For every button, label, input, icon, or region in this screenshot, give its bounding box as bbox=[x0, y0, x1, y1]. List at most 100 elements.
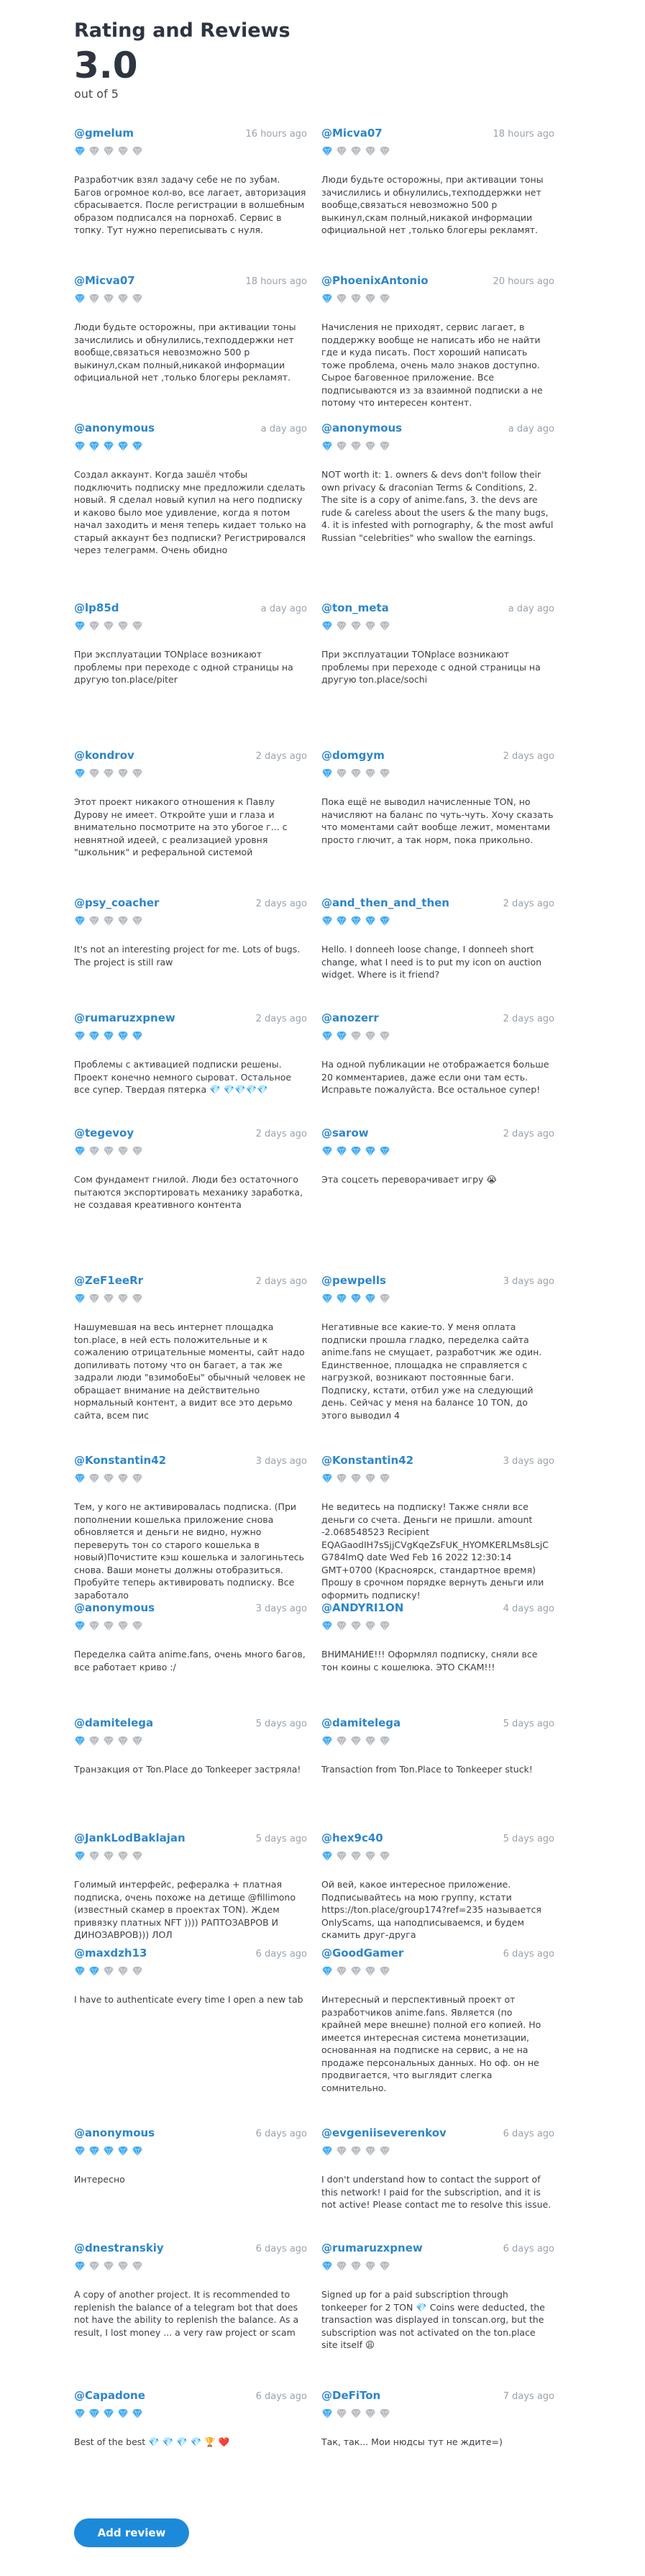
review-author-link[interactable]: @kondrov bbox=[74, 749, 134, 762]
review-author-link[interactable]: @DeFiTon bbox=[321, 2389, 380, 2402]
review-author-link[interactable]: @PhoenixAntonio bbox=[321, 274, 429, 287]
review-card: @gmelum 16 hours ago Разработчик взял зада… bbox=[74, 127, 307, 274]
diamond-empty-icon bbox=[365, 1851, 375, 1862]
review-author-link[interactable]: @gmelum bbox=[74, 127, 134, 140]
review-author-link[interactable]: @and_then_and_then bbox=[321, 896, 449, 909]
score-scale: out of 5 bbox=[74, 87, 119, 101]
review-author-link[interactable]: @GoodGamer bbox=[321, 1947, 403, 1960]
diamond-filled-icon bbox=[75, 1473, 85, 1484]
diamond-empty-icon bbox=[337, 768, 347, 779]
review-timestamp: 3 days ago bbox=[503, 1276, 554, 1287]
review-rating bbox=[74, 1029, 307, 1042]
review-author-link[interactable]: @dnestranskiy bbox=[74, 2242, 164, 2254]
diamond-filled-icon bbox=[365, 1146, 375, 1157]
review-timestamp: 7 days ago bbox=[503, 2391, 554, 2402]
review-rating bbox=[321, 1619, 554, 1632]
review-author-link[interactable]: @anonymous bbox=[74, 1601, 155, 1614]
diamond-empty-icon bbox=[104, 768, 114, 779]
review-timestamp: 2 days ago bbox=[255, 898, 307, 909]
review-header: @tegevoy 2 days ago bbox=[74, 1127, 307, 1142]
review-author-link[interactable]: @anonymous bbox=[321, 422, 402, 434]
review-rating bbox=[321, 767, 554, 780]
review-header: @damitelega 5 days ago bbox=[321, 1716, 554, 1732]
review-timestamp: 6 days ago bbox=[255, 2391, 307, 2402]
review-author-link[interactable]: @pewpells bbox=[321, 1274, 386, 1287]
review-author-link[interactable]: @JankLodBaklajan bbox=[74, 1831, 186, 1844]
review-author-link[interactable]: @anozerr bbox=[321, 1011, 379, 1024]
diamond-empty-icon bbox=[365, 2261, 375, 2272]
review-rating bbox=[321, 2407, 554, 2420]
review-author-link[interactable]: @hex9c40 bbox=[321, 1831, 383, 1844]
review-rating bbox=[74, 767, 307, 780]
review-author-link[interactable]: @tegevoy bbox=[74, 1127, 134, 1139]
review-rating bbox=[321, 2259, 554, 2272]
diamond-filled-icon bbox=[75, 1966, 85, 1977]
review-card: @PhoenixAntonio 20 hours ago Начисления не… bbox=[321, 274, 554, 422]
review-card: @damitelega 5 days ago Транзакция от Ton.P… bbox=[74, 1716, 307, 1831]
review-author-link[interactable]: @anonymous bbox=[74, 2126, 155, 2139]
review-header: @psy_coacher 2 days ago bbox=[74, 896, 307, 912]
review-author-link[interactable]: @rumaruzxpnew bbox=[321, 2242, 423, 2254]
review-author-link[interactable]: @sarow bbox=[321, 1127, 369, 1139]
review-header: @GoodGamer 6 days ago bbox=[321, 1947, 554, 1962]
diamond-filled-icon bbox=[75, 1621, 85, 1631]
review-author-link[interactable]: @rumaruzxpnew bbox=[74, 1011, 175, 1024]
review-header: @Capadone 6 days ago bbox=[74, 2389, 307, 2405]
review-rating bbox=[74, 292, 307, 305]
diamond-empty-icon bbox=[89, 1851, 99, 1862]
diamond-filled-icon bbox=[322, 1851, 332, 1862]
review-author-link[interactable]: @anonymous bbox=[74, 422, 155, 434]
diamond-filled-icon bbox=[380, 916, 390, 927]
review-author-link[interactable]: @psy_coacher bbox=[74, 896, 159, 909]
review-author-link[interactable]: @Capadone bbox=[74, 2389, 145, 2402]
review-text: ВНИМАНИЕ!!! Оформлял подписку, сняли все… bbox=[321, 1649, 538, 1672]
review-author-link[interactable]: @damitelega bbox=[321, 1716, 401, 1729]
review-timestamp: 18 hours ago bbox=[493, 129, 554, 140]
review-timestamp: 3 days ago bbox=[255, 1456, 307, 1467]
review-author-link[interactable]: @evgeniiseverenkov bbox=[321, 2126, 447, 2139]
review-author-link[interactable]: @ANDYRI1ON bbox=[321, 1601, 403, 1614]
review-card: @psy_coacher 2 days ago It's not an intere… bbox=[74, 896, 307, 1011]
review-text: Transaction from Ton.Place to Tonkeeper … bbox=[321, 1764, 533, 1775]
review-card: @GoodGamer 6 days ago Интересный и перспек… bbox=[321, 1947, 554, 2126]
review-rating bbox=[321, 1029, 554, 1042]
diamond-empty-icon bbox=[365, 293, 375, 304]
diamond-empty-icon bbox=[365, 1966, 375, 1977]
review-card: @Micva07 18 hours ago Люди будьте осторожн… bbox=[74, 274, 307, 422]
diamond-empty-icon bbox=[132, 1621, 142, 1631]
diamond-empty-icon bbox=[89, 768, 99, 779]
review-author-link[interactable]: @Konstantin42 bbox=[321, 1454, 413, 1467]
review-author-link[interactable]: @domgym bbox=[321, 749, 385, 762]
review-rating bbox=[74, 145, 307, 158]
review-author-link[interactable]: @ton_meta bbox=[321, 601, 389, 614]
diamond-empty-icon bbox=[118, 293, 128, 304]
review-author-link[interactable]: @Konstantin42 bbox=[74, 1454, 166, 1467]
review-author-link[interactable]: @Micva07 bbox=[74, 274, 135, 287]
add-review-button[interactable]: Add review bbox=[74, 2518, 189, 2547]
diamond-filled-icon bbox=[89, 2146, 99, 2157]
review-timestamp: 5 days ago bbox=[255, 1834, 307, 1844]
review-card: @Micva07 18 hours ago Люди будьте осторожн… bbox=[321, 127, 554, 274]
review-author-link[interactable]: @maxdzh13 bbox=[74, 1947, 147, 1960]
diamond-filled-icon bbox=[75, 916, 85, 927]
review-timestamp: 6 days ago bbox=[503, 2129, 554, 2139]
reviews-page: Rating and Reviews 3.0 out of 5 @gmelum 1… bbox=[0, 0, 645, 2576]
diamond-empty-icon bbox=[118, 621, 128, 632]
review-text: Этот проект никакого отношения к Павлу Д… bbox=[74, 796, 288, 857]
review-header: @ton_meta a day ago bbox=[321, 601, 554, 617]
diamond-filled-icon bbox=[132, 1031, 142, 1042]
review-author-link[interactable]: @damitelega bbox=[74, 1716, 153, 1729]
review-header: @Konstantin42 3 days ago bbox=[321, 1454, 554, 1470]
review-author-link[interactable]: @Micva07 bbox=[321, 127, 383, 140]
review-text: При эксплуатации TONplace возникают проб… bbox=[321, 649, 541, 685]
review-card: @anonymous 3 days ago Переделка сайта anim… bbox=[74, 1601, 307, 1716]
diamond-empty-icon bbox=[337, 2146, 347, 2157]
review-author-link[interactable]: @ZeF1eeRr bbox=[74, 1274, 143, 1287]
diamond-empty-icon bbox=[132, 768, 142, 779]
diamond-empty-icon bbox=[132, 621, 142, 632]
diamond-empty-icon bbox=[118, 1473, 128, 1484]
diamond-empty-icon bbox=[365, 1473, 375, 1484]
page-title: Rating and Reviews bbox=[74, 19, 291, 42]
review-card: @kondrov 2 days ago Этот проект никакого о… bbox=[74, 749, 307, 896]
review-author-link[interactable]: @lp85d bbox=[74, 601, 119, 614]
